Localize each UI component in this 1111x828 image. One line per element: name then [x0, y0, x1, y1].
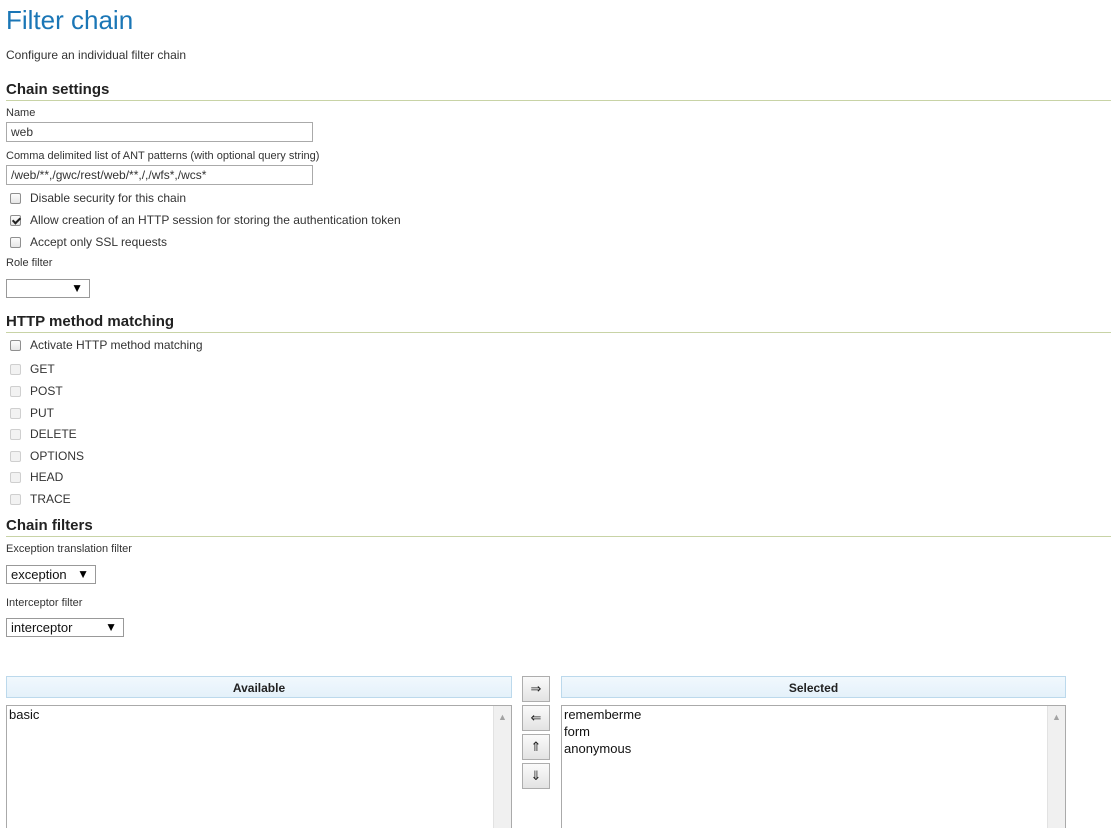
interceptor-filter-label: Interceptor filter — [6, 597, 83, 609]
activate-method-row[interactable]: Activate HTTP method matching — [10, 337, 203, 353]
allow-session-label: Allow creation of an HTTP session for st… — [30, 213, 401, 227]
move-down-button[interactable]: ⇓ — [522, 763, 550, 789]
method-row-options: OPTIONS — [10, 448, 84, 464]
method-row-put: PUT — [10, 405, 54, 421]
chevron-down-icon: ▼ — [71, 281, 83, 295]
method-row-delete: DELETE — [10, 426, 77, 442]
selected-item-anonymous[interactable]: anonymous — [562, 740, 1065, 757]
name-label: Name — [6, 107, 36, 119]
ssl-only-label: Accept only SSL requests — [30, 235, 167, 249]
selected-scrollbar[interactable]: ▲ — [1047, 706, 1065, 828]
method-checkbox-delete — [10, 428, 21, 440]
available-item-basic[interactable]: basic — [7, 706, 511, 723]
method-row-post: POST — [10, 383, 63, 399]
method-label-head: HEAD — [30, 470, 64, 484]
allow-session-row[interactable]: Allow creation of an HTTP session for st… — [10, 212, 401, 228]
selected-listbox[interactable]: rememberme form anonymous ▲ — [561, 705, 1066, 828]
section-divider — [6, 536, 1111, 537]
selected-item-form[interactable]: form — [562, 723, 1065, 740]
method-checkbox-get — [10, 363, 21, 375]
scroll-up-icon[interactable]: ▲ — [1052, 712, 1061, 722]
section-divider — [6, 100, 1111, 101]
scroll-up-icon[interactable]: ▲ — [498, 712, 507, 722]
page-title: Filter chain — [6, 5, 134, 35]
disable-security-label: Disable security for this chain — [30, 191, 187, 205]
disable-security-row[interactable]: Disable security for this chain — [10, 190, 186, 206]
patterns-label: Comma delimited list of ANT patterns (wi… — [6, 150, 320, 162]
available-listbox[interactable]: basic ▲ — [6, 705, 512, 828]
exception-filter-select[interactable]: exception ▼ — [6, 565, 96, 584]
available-scrollbar[interactable]: ▲ — [493, 706, 511, 828]
chain-settings-heading: Chain settings — [6, 81, 110, 98]
method-checkbox-trace — [10, 493, 21, 505]
ssl-only-checkbox[interactable] — [10, 236, 21, 248]
interceptor-filter-value: interceptor — [11, 620, 73, 635]
add-to-selected-button[interactable]: ⇒ — [522, 676, 550, 702]
method-label-options: OPTIONS — [30, 449, 85, 463]
activate-method-checkbox[interactable] — [10, 339, 21, 351]
method-row-trace: TRACE — [10, 491, 71, 507]
ssl-only-row[interactable]: Accept only SSL requests — [10, 234, 167, 250]
method-checkbox-put — [10, 407, 21, 419]
selected-item-rememberme[interactable]: rememberme — [562, 706, 1065, 723]
name-input[interactable] — [6, 122, 313, 142]
exception-filter-label: Exception translation filter — [6, 543, 132, 555]
allow-session-checkbox[interactable] — [10, 214, 21, 226]
method-checkbox-post — [10, 385, 21, 397]
chevron-down-icon: ▼ — [77, 567, 89, 581]
patterns-input[interactable] — [6, 165, 313, 185]
remove-from-selected-button[interactable]: ⇐ — [522, 705, 550, 731]
method-label-delete: DELETE — [30, 427, 77, 441]
method-row-head: HEAD — [10, 469, 63, 485]
method-label-put: PUT — [30, 406, 54, 420]
section-divider — [6, 332, 1111, 333]
chevron-down-icon: ▼ — [105, 620, 117, 634]
chain-filters-heading: Chain filters — [6, 517, 93, 534]
page-description: Configure an individual filter chain — [6, 48, 187, 62]
exception-filter-value: exception — [11, 567, 67, 582]
activate-method-label: Activate HTTP method matching — [30, 338, 203, 352]
selected-list-header: Selected — [561, 676, 1066, 698]
move-up-button[interactable]: ⇑ — [522, 734, 550, 760]
method-checkbox-head — [10, 471, 21, 483]
method-label-get: GET — [30, 362, 55, 376]
disable-security-checkbox[interactable] — [10, 192, 21, 204]
method-label-post: POST — [30, 384, 63, 398]
available-list-header: Available — [6, 676, 512, 698]
role-filter-select[interactable]: ▼ — [6, 279, 90, 298]
method-checkbox-options — [10, 450, 21, 462]
method-label-trace: TRACE — [30, 492, 71, 506]
http-method-heading: HTTP method matching — [6, 313, 175, 330]
interceptor-filter-select[interactable]: interceptor ▼ — [6, 618, 124, 637]
role-filter-label: Role filter — [6, 257, 53, 269]
method-row-get: GET — [10, 361, 55, 377]
